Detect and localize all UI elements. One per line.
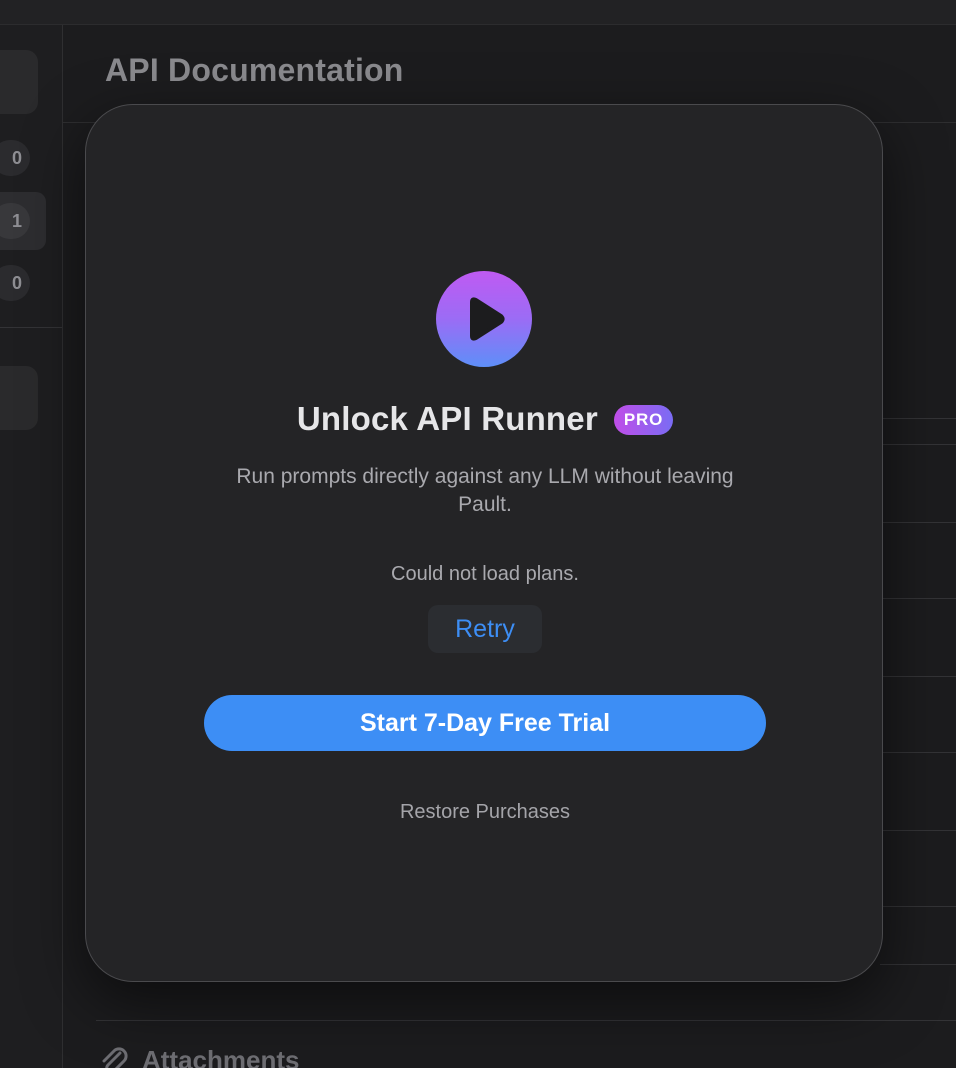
- sidebar-count-badge: 0: [0, 140, 30, 176]
- pro-badge: PRO: [613, 405, 674, 435]
- modal-title-row: Unlock API Runner PRO: [86, 395, 884, 443]
- attachments-label: Attachments: [142, 1044, 300, 1068]
- attachments-section-header[interactable]: Attachments: [98, 1040, 299, 1068]
- row-divider: [880, 906, 956, 907]
- restore-purchases-link[interactable]: Restore Purchases: [86, 801, 884, 824]
- sidebar-divider: [0, 327, 62, 328]
- row-divider: [880, 676, 956, 677]
- title-bar: [0, 0, 956, 25]
- modal-description: Run prompts directly against any LLM wit…: [236, 465, 734, 516]
- sidebar: 0 1 0: [0, 25, 63, 1068]
- upgrade-modal: Unlock API Runner PRO Run prompts direct…: [85, 104, 883, 982]
- sidebar-header-block[interactable]: [0, 50, 38, 114]
- row-divider: [880, 752, 956, 753]
- modal-title: Unlock API Runner: [296, 400, 598, 437]
- play-icon: [436, 271, 532, 367]
- sidebar-item-block[interactable]: [0, 366, 38, 430]
- page-title: API Documentation: [105, 52, 404, 88]
- attachments-divider: [96, 1020, 956, 1021]
- row-divider: [880, 444, 956, 445]
- row-divider: [880, 830, 956, 831]
- row-divider: [880, 418, 956, 419]
- error-message: Could not load plans.: [391, 563, 579, 585]
- start-free-trial-button[interactable]: Start 7-Day Free Trial: [204, 695, 766, 751]
- sidebar-count-badge: 0: [0, 265, 30, 301]
- row-divider: [880, 522, 956, 523]
- retry-button[interactable]: Retry: [428, 605, 542, 653]
- paperclip-icon: [98, 1044, 128, 1068]
- app-window: 0 1 0 API Documentation Attachments Unlo…: [0, 0, 956, 1068]
- row-divider: [880, 598, 956, 599]
- row-divider: [880, 964, 956, 965]
